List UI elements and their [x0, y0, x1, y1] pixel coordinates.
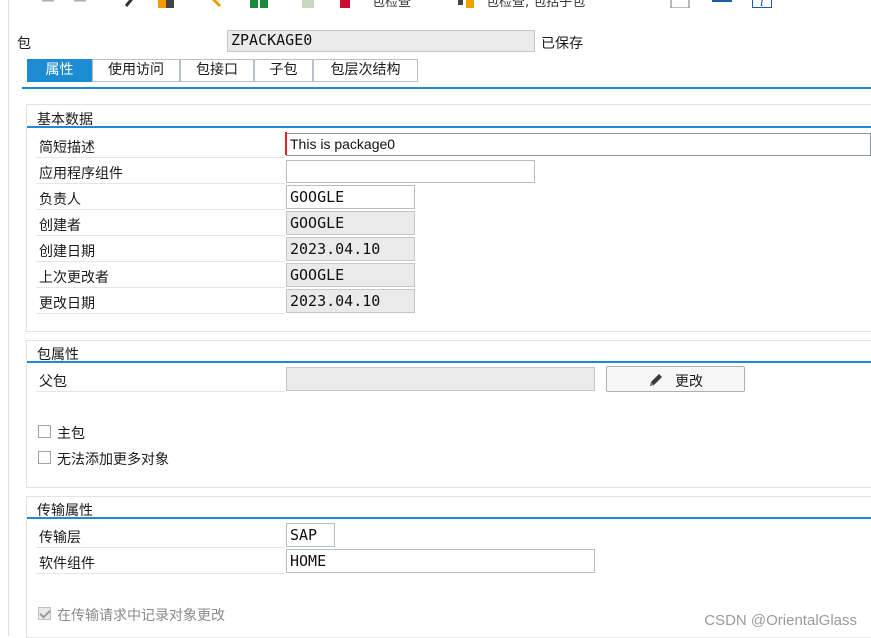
- where-used-icon[interactable]: [300, 0, 316, 8]
- created-by-field: GOOGLE: [286, 211, 415, 235]
- change-parent-button[interactable]: 更改: [606, 366, 745, 392]
- no-more-objects-label: 无法添加更多对象: [57, 452, 169, 468]
- info-icon[interactable]: i: [751, 0, 773, 9]
- application-component-label: 应用程序组件: [39, 166, 123, 182]
- transport-layer-input[interactable]: SAP: [286, 523, 335, 547]
- package-label: 包: [17, 36, 31, 52]
- changed-on-field: 2023.04.10: [286, 289, 415, 313]
- check-button-label[interactable]: 包检查: [372, 0, 411, 10]
- pencil-icon: [647, 371, 665, 393]
- row-separator: [36, 366, 285, 392]
- left-border: [8, 0, 9, 636]
- tab-underline: [22, 87, 871, 89]
- tab-package-interfaces[interactable]: 包接口: [180, 59, 254, 82]
- application-toolbar: 包检查 包检查, 包括子包 i: [0, 0, 871, 10]
- forward-arrow-icon[interactable]: [72, 0, 88, 8]
- short-description-input[interactable]: This is package0: [286, 133, 871, 156]
- check-subpackages-label[interactable]: 包检查, 包括子包: [486, 0, 585, 10]
- basic-data-divider: [27, 126, 871, 128]
- created-by-label: 创建者: [39, 218, 81, 234]
- watermark-text: CSDN @OrientalGlass: [704, 612, 857, 629]
- record-changes-checkbox: [38, 607, 51, 620]
- check-icon[interactable]: [340, 0, 356, 8]
- package-properties-divider: [27, 361, 871, 363]
- last-changed-by-label: 上次更改者: [39, 270, 109, 286]
- created-on-field: 2023.04.10: [286, 237, 415, 261]
- parent-package-field: [286, 367, 595, 391]
- changed-on-label: 更改日期: [39, 296, 95, 312]
- short-description-label: 简短描述: [39, 140, 95, 156]
- application-component-input[interactable]: [286, 160, 535, 183]
- input-focus-marker: [285, 132, 287, 155]
- main-package-checkbox[interactable]: [38, 425, 51, 438]
- no-more-objects-checkbox[interactable]: [38, 451, 51, 464]
- software-component-label: 软件组件: [39, 556, 95, 572]
- last-changed-by-field: GOOGLE: [286, 263, 415, 287]
- svg-text:i: i: [760, 0, 764, 8]
- object-list-icon[interactable]: [250, 0, 268, 8]
- software-component-input[interactable]: HOME: [286, 549, 595, 573]
- tab-subpackages[interactable]: 子包: [254, 59, 313, 82]
- tab-package-hierarchy[interactable]: 包层次结构: [313, 59, 418, 82]
- created-on-label: 创建日期: [39, 244, 95, 260]
- package-name-field: ZPACKAGE0: [227, 30, 535, 52]
- transport-layer-label: 传输层: [39, 530, 81, 546]
- record-changes-label: 在传输请求中记录对象更改: [57, 608, 225, 624]
- print-icon[interactable]: [712, 0, 732, 8]
- save-status: 已保存: [541, 36, 583, 52]
- change-button-label: 更改: [675, 374, 703, 390]
- owner-input[interactable]: GOOGLE: [286, 185, 415, 209]
- back-arrow-icon[interactable]: [40, 0, 56, 8]
- edit-pencil-icon[interactable]: [124, 0, 140, 8]
- tab-use-access[interactable]: 使用访问: [92, 59, 180, 82]
- main-package-label: 主包: [57, 426, 85, 442]
- owner-label: 负责人: [39, 192, 81, 208]
- tab-attributes[interactable]: 属性: [27, 59, 92, 82]
- display-change-icon[interactable]: [158, 0, 174, 8]
- layout-icon[interactable]: [670, 0, 690, 9]
- hierarchy-check-icon[interactable]: [458, 0, 474, 8]
- activate-wand-icon[interactable]: [206, 0, 222, 8]
- parent-package-label: 父包: [39, 374, 67, 390]
- transport-properties-divider: [27, 517, 871, 519]
